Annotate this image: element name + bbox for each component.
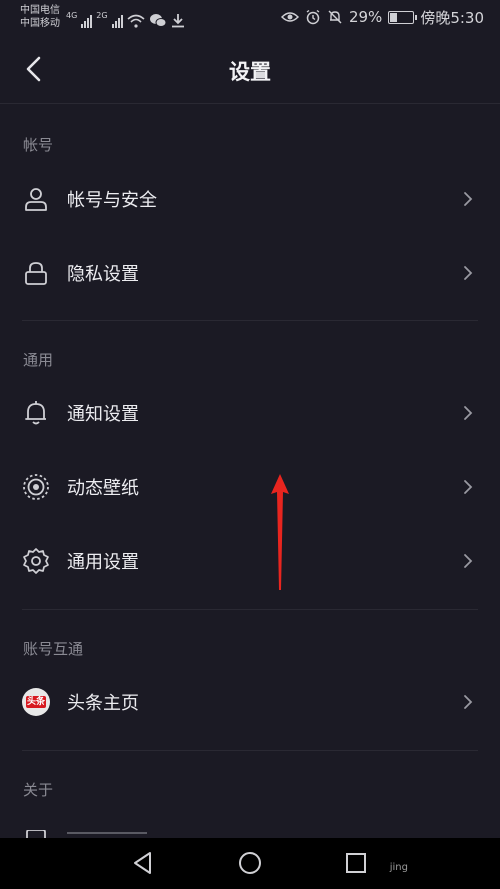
status-right: 29% 傍晚5:30 xyxy=(280,6,484,28)
chevron-right-icon xyxy=(464,406,473,420)
lock-icon xyxy=(25,262,47,285)
bell-icon xyxy=(25,401,46,425)
red-arrow-annotation xyxy=(271,474,289,590)
settings-item-label: 头条主页 xyxy=(67,693,139,714)
signal-strength-1-icon xyxy=(81,14,93,28)
signal-icons: 4G 2G xyxy=(66,6,185,28)
gear-icon xyxy=(23,548,49,574)
toutiao-logo-text: 头条 xyxy=(25,696,46,708)
network-type-1: 4G xyxy=(66,11,78,20)
carrier-2: 中国移动 xyxy=(20,18,60,29)
chevron-right-icon xyxy=(464,695,473,709)
settings-item-label: 通用设置 xyxy=(67,552,139,573)
chevron-right-icon xyxy=(464,480,473,494)
eye-icon xyxy=(280,12,299,22)
document-icon xyxy=(26,830,46,838)
battery-percent: 29% xyxy=(348,8,383,26)
section-divider xyxy=(22,320,478,321)
settings-item-label: 动态壁纸 xyxy=(67,478,139,499)
status-bar: 中国电信 中国移动 4G 2G 29% 傍晚5:30 xyxy=(0,0,500,36)
page-title: 设置 xyxy=(229,60,271,84)
toutiao-logo-icon: 头条 xyxy=(22,688,50,716)
alarm-icon xyxy=(306,9,320,25)
mute-bell-icon xyxy=(328,10,342,24)
settings-item-label: 帐号与安全 xyxy=(67,190,157,211)
settings-item-account-security[interactable]: 帐号与安全 xyxy=(0,164,500,234)
battery-icon xyxy=(388,10,418,24)
settings-item-toutiao-homepage[interactable]: 头条 头条主页 xyxy=(0,667,500,737)
chevron-right-icon xyxy=(464,192,473,206)
settings-item-general-settings[interactable]: 通用设置 xyxy=(0,526,500,596)
watermark: jing xyxy=(389,862,408,873)
settings-item-privacy[interactable]: 隐私设置 xyxy=(0,238,500,308)
chevron-right-icon xyxy=(464,554,473,568)
signal-strength-2-icon xyxy=(111,14,123,28)
settings-screen: 中国电信 中国移动 4G 2G 29% 傍晚5:30 设置 帐号 帐号与安全 隐… xyxy=(0,0,500,838)
section-label-general: 通用 xyxy=(23,351,54,369)
live-wallpaper-icon xyxy=(23,474,49,500)
wifi-icon xyxy=(127,14,145,28)
clock-time: 傍晚5:30 xyxy=(420,8,484,27)
section-label-account: 帐号 xyxy=(23,136,54,154)
system-navigation-bar: jing xyxy=(0,838,500,889)
partially-visible-row xyxy=(0,820,500,838)
settings-item-live-wallpaper[interactable]: 动态壁纸 xyxy=(0,452,500,522)
settings-item-notifications[interactable]: 通知设置 xyxy=(0,378,500,448)
top-bar: 设置 xyxy=(0,36,500,104)
settings-item-label: 通知设置 xyxy=(67,404,139,425)
nav-recents-icon[interactable] xyxy=(343,850,369,876)
network-type-2: 2G xyxy=(96,11,108,20)
section-divider xyxy=(22,750,478,751)
carrier-names: 中国电信 中国移动 xyxy=(20,4,60,30)
nav-back-icon[interactable] xyxy=(130,850,156,876)
wechat-icon xyxy=(149,14,167,27)
user-icon xyxy=(25,188,47,211)
section-label-linked-accounts: 账号互通 xyxy=(23,640,84,658)
section-label-about: 关于 xyxy=(23,781,54,799)
download-icon xyxy=(171,14,184,28)
settings-item-label: 隐私设置 xyxy=(67,264,139,285)
nav-home-icon[interactable] xyxy=(237,850,263,876)
chevron-right-icon xyxy=(464,266,473,280)
section-divider xyxy=(22,609,478,610)
carrier-1: 中国电信 xyxy=(20,5,60,16)
